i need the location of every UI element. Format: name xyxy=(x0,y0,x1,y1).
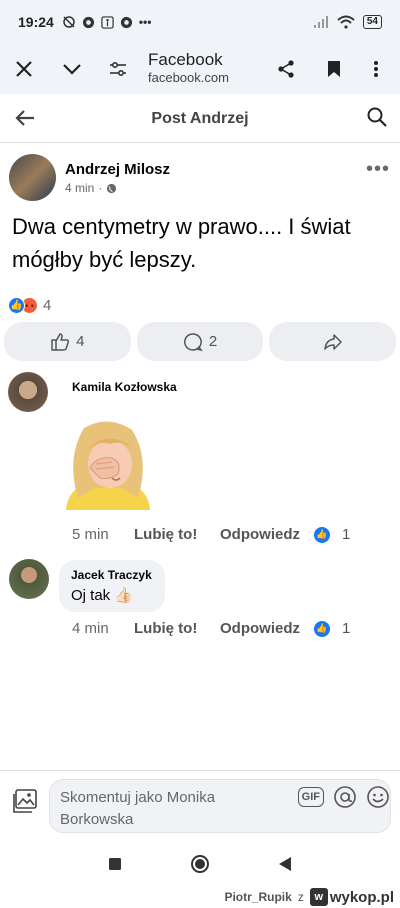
post-text: Dwa centymetry w prawo.... I świat mógłb… xyxy=(12,214,351,272)
site-title: Facebook xyxy=(148,50,223,69)
photo-icon[interactable] xyxy=(12,788,38,819)
post-author-row: Andrzej Milosz 4 min · ••• xyxy=(0,150,400,206)
author-avatar[interactable] xyxy=(9,154,56,201)
watermark-user: Piotr_Rupik xyxy=(224,890,292,904)
comment-actions: 4 min Lubię to! Odpowiedz 👍 1 xyxy=(72,620,350,637)
wykop-logo: w wykop.pl xyxy=(309,888,394,906)
silent-icon xyxy=(63,16,75,28)
comment-composer: Skomentuj jako Monika Borkowska GIF xyxy=(0,770,400,840)
watermark-z: z xyxy=(297,890,304,904)
reaction-summary[interactable]: 👍 • • 4 xyxy=(8,297,51,314)
comment-like-button[interactable]: Lubię to! xyxy=(134,526,220,543)
comment-input-placeholder: Skomentuj jako Monika Borkowska xyxy=(60,789,216,828)
close-icon[interactable] xyxy=(12,57,36,81)
bookmark-icon[interactable] xyxy=(322,57,346,81)
post-more-icon[interactable]: ••• xyxy=(366,158,390,181)
status-bar: 19:24 ••• 54 xyxy=(0,0,400,44)
like-button[interactable]: 4 xyxy=(4,322,131,361)
chrome-icon xyxy=(120,16,132,28)
site-info[interactable]: Facebook facebook.com xyxy=(148,51,229,87)
reaction-count: 4 xyxy=(43,297,52,314)
post-author-name[interactable]: Andrzej Milosz xyxy=(65,161,170,178)
globe-icon xyxy=(107,183,117,193)
recents-icon[interactable] xyxy=(108,857,122,871)
site-settings-icon[interactable] xyxy=(106,57,130,81)
accessibility-icon xyxy=(101,15,114,29)
more-dots-icon: ••• xyxy=(138,15,152,29)
watermark-site: wykop.pl xyxy=(329,888,394,906)
comment-text: Oj tak 👍🏻 xyxy=(71,587,134,604)
commenter-avatar[interactable] xyxy=(8,372,48,412)
status-time: 19:24 xyxy=(18,14,54,30)
comment-reply-button[interactable]: Odpowiedz xyxy=(220,526,314,543)
like-reaction-icon: 👍 xyxy=(8,297,25,314)
browser-toolbar: Facebook facebook.com xyxy=(0,44,400,94)
comment-author-name[interactable]: Jacek Traczyk xyxy=(71,568,153,582)
site-url: facebook.com xyxy=(148,70,229,85)
comment-button[interactable]: 2 xyxy=(136,322,264,361)
search-icon[interactable] xyxy=(366,106,388,133)
system-nav-bar xyxy=(0,842,400,886)
post-header-bar: Post Andrzej xyxy=(0,95,400,143)
composer-icons: GIF xyxy=(297,785,390,809)
signal-icon xyxy=(313,16,328,28)
gif-icon[interactable]: GIF xyxy=(297,787,324,807)
watermark: Piotr_Rupik z w wykop.pl xyxy=(0,886,400,908)
comment-reply-button[interactable]: Odpowiedz xyxy=(220,620,314,637)
comment-time[interactable]: 5 min xyxy=(72,526,134,543)
commenter-avatar[interactable] xyxy=(9,559,49,599)
comment-author-name[interactable]: Kamila Kozłowska xyxy=(72,380,177,394)
comment-actions: 5 min Lubię to! Odpowiedz 👍 1 xyxy=(72,526,350,543)
share-button[interactable] xyxy=(269,322,397,361)
back-icon[interactable] xyxy=(278,856,292,872)
chrome-icon xyxy=(82,16,94,28)
status-icons: ••• xyxy=(62,15,152,29)
wykop-logo-icon: w xyxy=(309,888,328,906)
comment-time[interactable]: 4 min xyxy=(72,620,134,637)
wifi-icon xyxy=(337,15,355,29)
emoji-icon[interactable] xyxy=(366,785,390,809)
thumbs-up-icon xyxy=(51,332,70,351)
mention-icon[interactable] xyxy=(333,785,357,809)
page-title: Post Andrzej xyxy=(151,109,249,127)
comment-bubble[interactable]: Jacek Traczyk Oj tak 👍🏻 xyxy=(59,560,165,612)
meta-separator: · xyxy=(98,181,103,195)
comment-icon xyxy=(183,332,203,351)
post-meta: 4 min · xyxy=(65,181,117,195)
post-actions: 4 2 xyxy=(4,322,397,361)
like-reaction-icon: 👍 xyxy=(314,526,330,543)
comment-like-button[interactable]: Lubię to! xyxy=(134,620,220,637)
menu-dots-icon[interactable] xyxy=(364,57,388,81)
chevron-down-icon[interactable] xyxy=(60,57,84,81)
like-reaction-icon: 👍 xyxy=(314,620,330,637)
share-arrow-icon xyxy=(323,333,342,350)
comment-count: 2 xyxy=(208,333,218,350)
facepalm-sticker xyxy=(66,421,150,510)
share-icon[interactable] xyxy=(274,57,298,81)
battery-indicator: 54 xyxy=(362,15,382,29)
like-count: 4 xyxy=(76,333,85,350)
home-icon[interactable] xyxy=(190,854,210,874)
post-time[interactable]: 4 min xyxy=(65,181,94,195)
comment-like-count[interactable]: 1 xyxy=(342,620,350,637)
back-arrow-icon[interactable] xyxy=(14,107,36,134)
comment-like-count[interactable]: 1 xyxy=(342,526,350,543)
